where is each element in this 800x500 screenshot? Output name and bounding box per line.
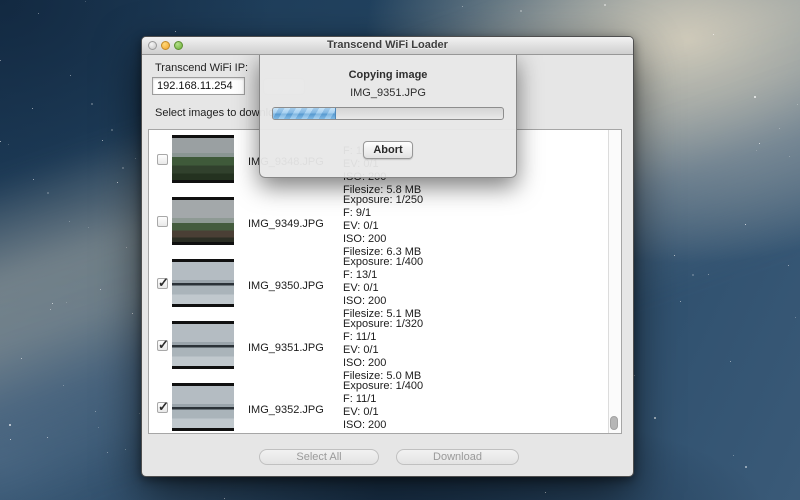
progress-fill: [273, 108, 336, 119]
traffic-lights: [148, 41, 183, 50]
meta-exposure: Exposure: 1/250: [343, 194, 423, 207]
zoom-button[interactable]: [174, 41, 183, 50]
meta-ev: EV: 0/1: [343, 282, 423, 295]
meta-iso: ISO: 200: [343, 295, 423, 308]
select-all-button[interactable]: Select All: [259, 449, 379, 465]
image-filename: IMG_9350.JPG: [248, 280, 324, 292]
meta-ev: EV: 0/1: [343, 406, 423, 419]
image-metadata: Exposure: 1/400 F: 13/1 EV: 0/1 ISO: 200…: [343, 256, 423, 321]
ip-label: Transcend WiFi IP:: [155, 62, 248, 74]
image-metadata: Exposure: 1/400 F: 11/1 EV: 0/1 ISO: 200…: [343, 380, 423, 434]
meta-iso: ISO: 200: [343, 233, 423, 246]
scrollbar-track[interactable]: [608, 130, 621, 433]
meta-iso: ISO: 200: [343, 419, 423, 432]
image-thumbnail: [172, 321, 234, 369]
image-metadata: Exposure: 1/320 F: 11/1 EV: 0/1 ISO: 200…: [343, 318, 423, 383]
sheet-filename: IMG_9351.JPG: [260, 87, 516, 99]
meta-f: F: 11/1: [343, 331, 423, 344]
image-thumbnail: [172, 259, 234, 307]
image-filename: IMG_9349.JPG: [248, 218, 324, 230]
image-thumbnail: [172, 383, 234, 431]
meta-exposure: Exposure: 1/320: [343, 318, 423, 331]
meta-ev: EV: 0/1: [343, 344, 423, 357]
window-titlebar[interactable]: Transcend WiFi Loader: [142, 37, 633, 55]
window-title: Transcend WiFi Loader: [142, 37, 633, 54]
image-checkbox[interactable]: [157, 340, 168, 351]
list-item: IMG_9352.JPG Exposure: 1/400 F: 11/1 EV:…: [150, 377, 608, 434]
image-thumbnail: [172, 135, 234, 183]
image-metadata: Exposure: 1/250 F: 9/1 EV: 0/1 ISO: 200 …: [343, 194, 423, 259]
list-item: IMG_9350.JPG Exposure: 1/400 F: 13/1 EV:…: [150, 253, 608, 315]
sheet-title: Copying image: [260, 69, 516, 81]
meta-exposure: Exposure: 1/400: [343, 380, 423, 393]
meta-exposure: Exposure: 1/400: [343, 256, 423, 269]
list-item: IMG_9349.JPG Exposure: 1/250 F: 9/1 EV: …: [150, 191, 608, 253]
image-checkbox[interactable]: [157, 278, 168, 289]
minimize-button[interactable]: [161, 41, 170, 50]
image-filename: IMG_9351.JPG: [248, 342, 324, 354]
meta-filesize: Filesize: 5.2 MB: [343, 432, 423, 434]
desktop-background: Transcend WiFi IP: Select images to down…: [0, 0, 800, 500]
meta-ev: EV: 0/1: [343, 220, 423, 233]
meta-f: F: 13/1: [343, 269, 423, 282]
progress-bar: [272, 107, 504, 120]
image-checkbox[interactable]: [157, 154, 168, 165]
image-thumbnail: [172, 197, 234, 245]
abort-button[interactable]: Abort: [363, 141, 413, 159]
download-button[interactable]: Download: [396, 449, 519, 465]
image-filename: IMG_9352.JPG: [248, 404, 324, 416]
close-button[interactable]: [148, 41, 157, 50]
list-item: IMG_9351.JPG Exposure: 1/320 F: 11/1 EV:…: [150, 315, 608, 377]
ip-input[interactable]: [152, 77, 245, 95]
image-checkbox[interactable]: [157, 216, 168, 227]
app-window: Transcend WiFi IP: Select images to down…: [141, 36, 634, 477]
scrollbar-thumb[interactable]: [610, 416, 618, 430]
meta-f: F: 11/1: [343, 393, 423, 406]
meta-f: F: 9/1: [343, 207, 423, 220]
meta-iso: ISO: 200: [343, 357, 423, 370]
image-checkbox[interactable]: [157, 402, 168, 413]
copy-progress-sheet: Copying image IMG_9351.JPG Abort: [259, 53, 517, 178]
